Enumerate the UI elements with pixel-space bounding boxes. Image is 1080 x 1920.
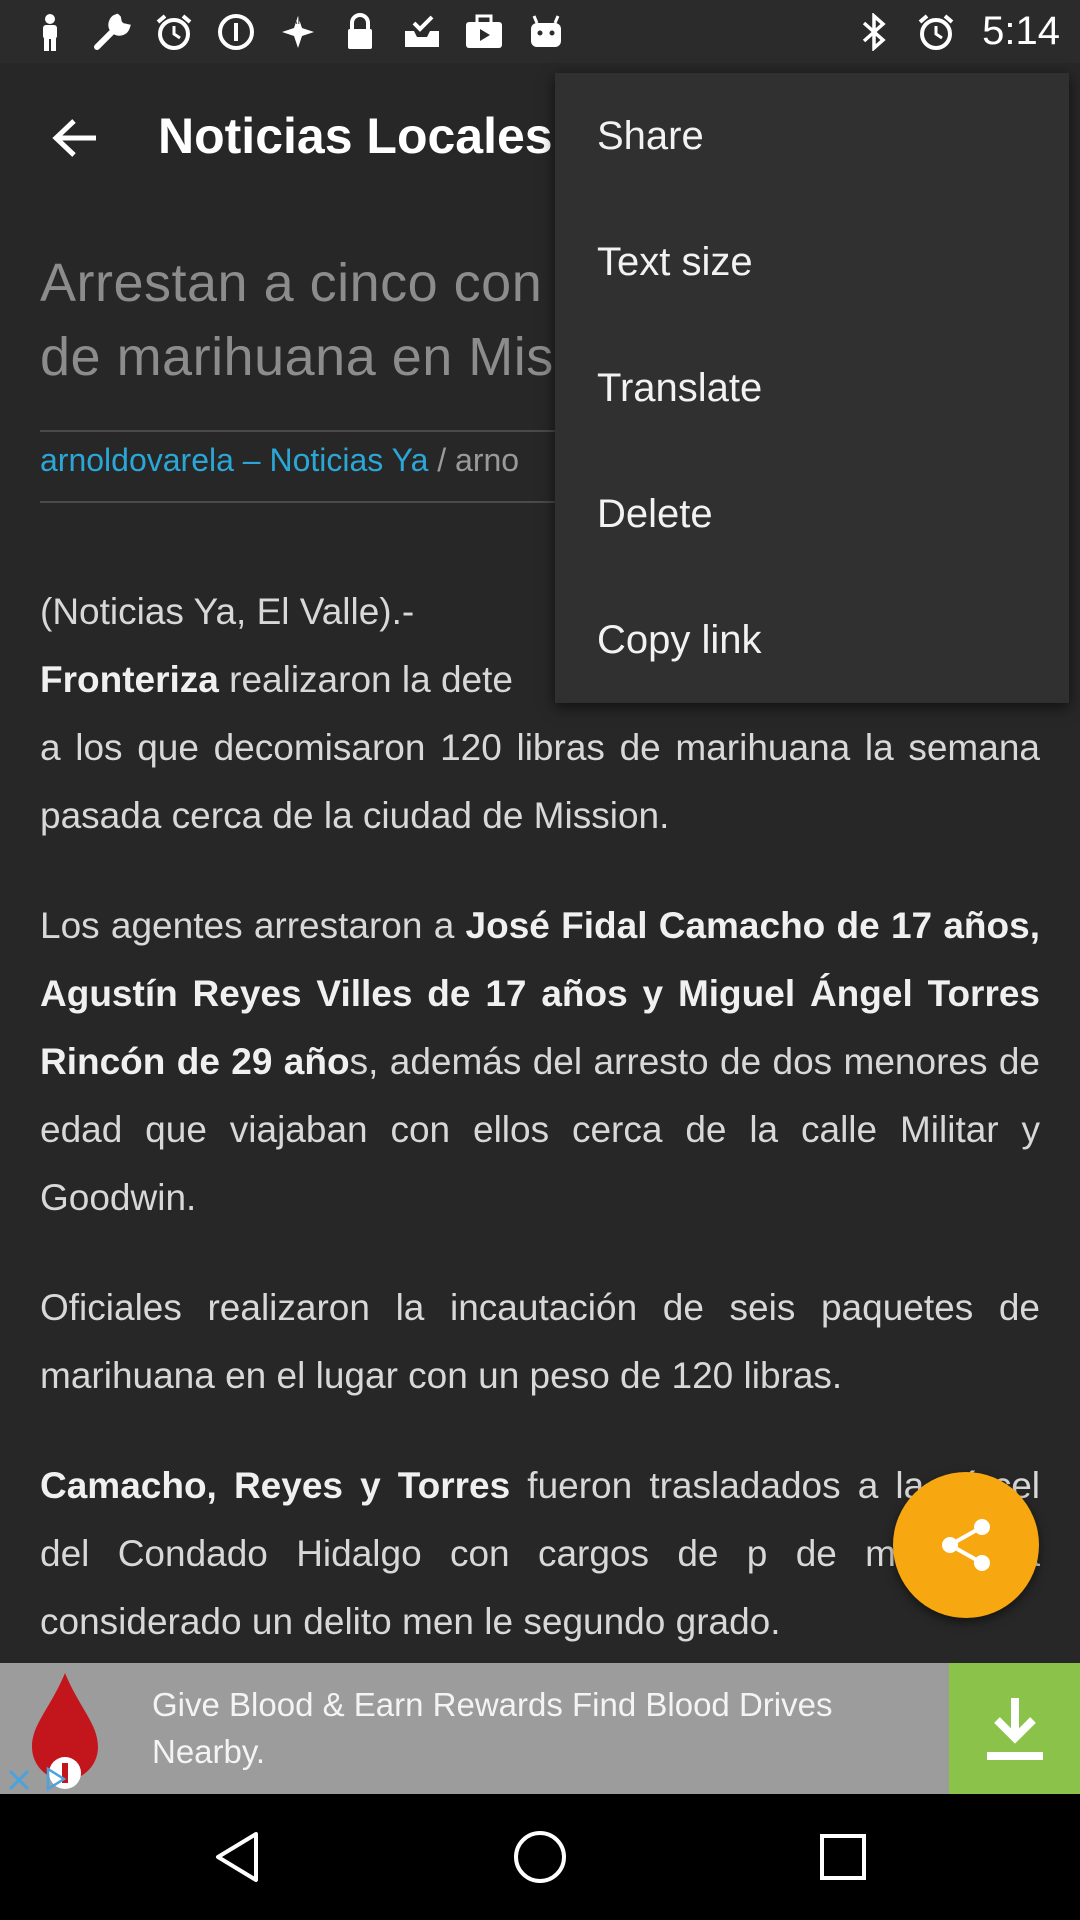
- briefcase-icon: [464, 12, 504, 52]
- alarm-icon: [154, 12, 194, 52]
- notification-icons: FAKE: [30, 12, 566, 52]
- menu-item-copy-link[interactable]: Copy link: [555, 577, 1069, 703]
- byline-rest: / arno: [428, 442, 520, 478]
- nav-back-button[interactable]: [204, 1824, 270, 1890]
- alarm-icon: [916, 12, 956, 52]
- info-icon: [216, 12, 256, 52]
- menu-item-delete[interactable]: Delete: [555, 451, 1069, 577]
- overflow-menu: Share Text size Translate Delete Copy li…: [555, 73, 1069, 703]
- page-title: Noticias Locales: [158, 108, 553, 164]
- svg-text:FAKE: FAKE: [287, 17, 309, 27]
- ad-download-button[interactable]: [949, 1663, 1080, 1794]
- navigation-bar: [0, 1794, 1080, 1920]
- ad-text: Give Blood & Earn Rewards Find Blood Dri…: [152, 1686, 833, 1770]
- lock-icon: [340, 12, 380, 52]
- menu-item-translate[interactable]: Translate: [555, 325, 1069, 451]
- share-fab-button[interactable]: [893, 1472, 1039, 1618]
- triangle-back-icon: [216, 1832, 258, 1882]
- back-button[interactable]: [40, 108, 110, 168]
- ad-banner[interactable]: Give Blood & Earn Rewards Find Blood Dri…: [0, 1663, 1080, 1794]
- status-bar: FAKE 5:14: [0, 0, 1080, 63]
- android-icon: [526, 12, 566, 52]
- paragraph: Oficiales realizaron la incautación de s…: [40, 1287, 1040, 1396]
- square-recents-icon: [820, 1834, 866, 1880]
- nav-home-button[interactable]: [507, 1824, 573, 1890]
- byline: arnoldovarela – Noticias Ya / arno: [40, 442, 519, 479]
- fake-gps-icon: FAKE: [278, 12, 318, 52]
- paragraph: Camacho, Reyes y Torres fueron trasladad…: [40, 1465, 1040, 1642]
- status-time: 5:14: [982, 9, 1060, 53]
- download-icon: [986, 1697, 1043, 1760]
- inbox-icon: [402, 12, 442, 52]
- circle-home-icon: [514, 1831, 566, 1883]
- bluetooth-icon: [854, 12, 894, 52]
- person-icon: [30, 12, 70, 52]
- close-icon[interactable]: [4, 1763, 34, 1793]
- menu-item-share[interactable]: Share: [555, 73, 1069, 199]
- system-icons: 5:14: [854, 9, 1060, 54]
- article-body: (Noticias Ya, El Valle).- Fronteriza rea…: [40, 578, 1040, 1663]
- wrench-icon: [92, 12, 132, 52]
- share-icon: [942, 1519, 990, 1571]
- arrow-left-icon: [52, 119, 96, 157]
- nav-recents-button[interactable]: [810, 1824, 876, 1890]
- paragraph: Los agentes arrestaron a José Fidal Cama…: [40, 905, 1040, 1218]
- ad-choices-icon[interactable]: [40, 1763, 70, 1793]
- menu-item-text-size[interactable]: Text size: [555, 199, 1069, 325]
- author-link[interactable]: arnoldovarela – Noticias Ya: [40, 442, 428, 478]
